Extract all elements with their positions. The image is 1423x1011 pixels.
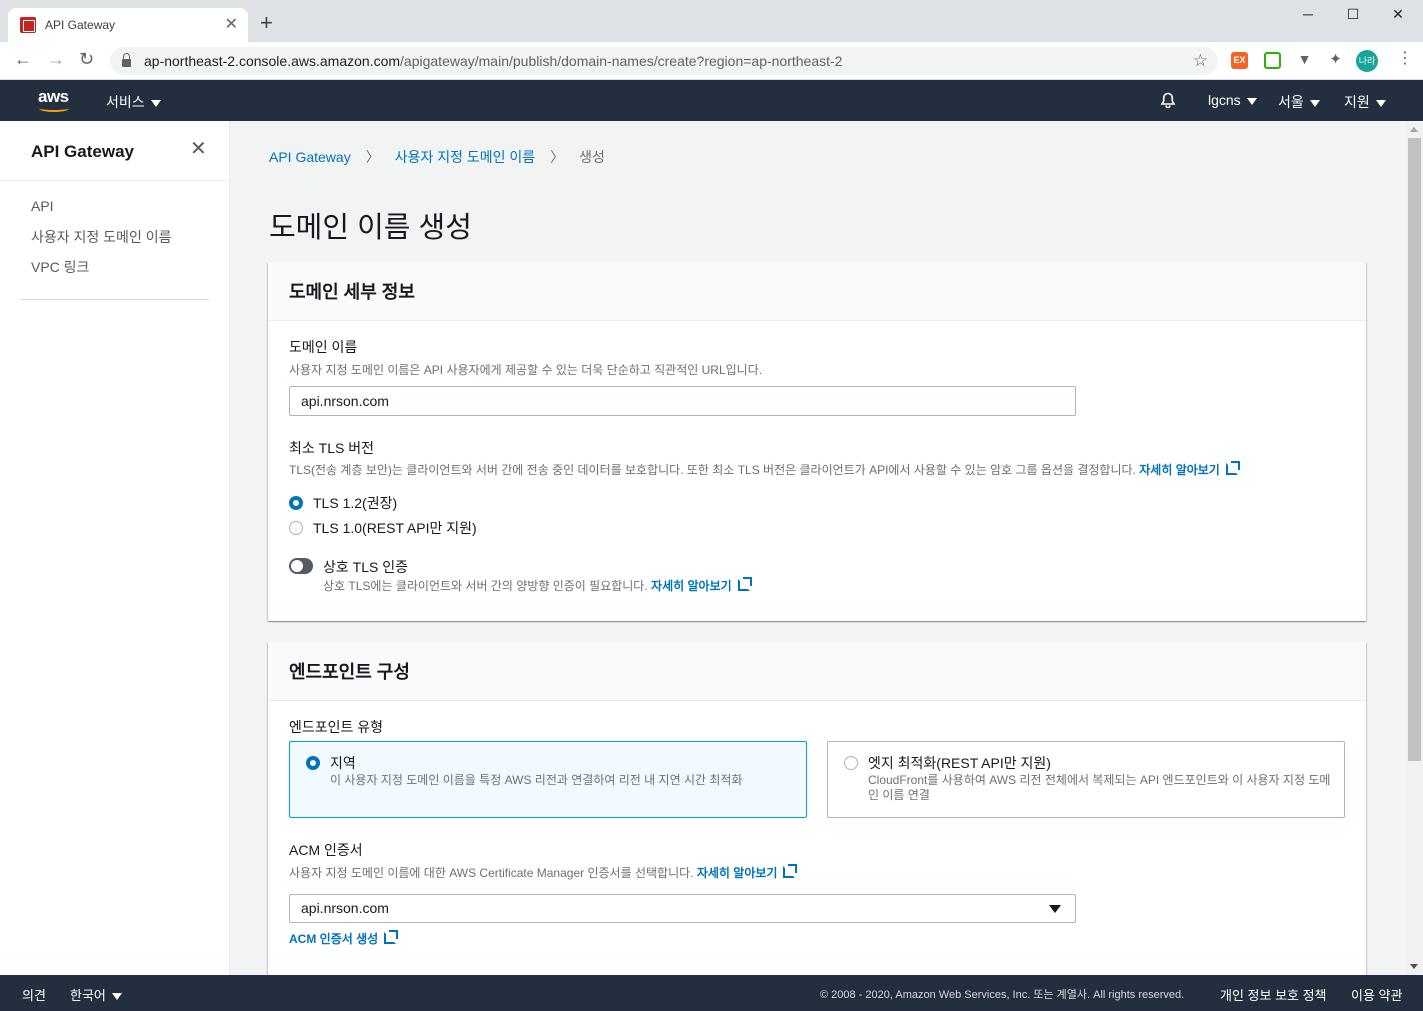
close-icon[interactable]: ✕ (190, 139, 207, 159)
learn-more-link[interactable]: 자세히 알아보기 (651, 577, 752, 593)
breadcrumb: API Gateway 〉 사용자 지정 도메인 이름 〉 생성 (269, 147, 605, 167)
caret-down-icon (1375, 99, 1386, 107)
privacy-policy-link[interactable]: 개인 정보 보호 정책 (1220, 985, 1327, 1004)
create-acm-certificate-link[interactable]: ACM 인증서 생성 (289, 930, 399, 947)
url-text: ap-northeast-2.console.aws.amazon.com/ap… (144, 53, 843, 69)
extensions-puzzle-icon[interactable]: ✦ (1327, 52, 1344, 69)
page-title: 도메인 이름 생성 (269, 212, 472, 244)
external-link-icon (384, 930, 399, 944)
mutual-tls-toggle[interactable] (289, 558, 313, 574)
sidebar-item-vpc-links[interactable]: VPC 링크 (31, 257, 89, 277)
copyright-text: © 2008 - 2020, Amazon Web Services, Inc.… (820, 989, 1185, 1001)
aws-smile-icon (39, 105, 69, 112)
tile-description: CloudFront를 사용하여 AWS 리전 전체에서 복제되는 API 엔드… (868, 773, 1331, 802)
region-menu[interactable]: 서울 (1278, 92, 1320, 112)
divider (0, 180, 229, 181)
new-tab-button[interactable]: + (260, 12, 273, 34)
tls-version-description: TLS(전송 계층 보안)는 클라이언트와 서버 간에 전송 중인 데이터를 보… (289, 461, 1240, 478)
sidebar: API Gateway ✕ API 사용자 지정 도메인 이름 VPC 링크 (0, 121, 230, 975)
panel-heading: 도메인 세부 정보 (268, 262, 1366, 321)
caret-down-icon (1246, 97, 1257, 105)
radio-unchecked-icon (844, 756, 858, 770)
breadcrumb-custom-domain-names[interactable]: 사용자 지정 도메인 이름 (395, 147, 535, 167)
learn-more-link[interactable]: 자세히 알아보기 (697, 864, 798, 880)
tile-title: 엣지 최적화(REST API만 지원) (868, 755, 1051, 771)
maximize-button[interactable]: ☐ (1333, 6, 1373, 23)
chevron-right-icon: 〉 (365, 149, 380, 165)
tls-1-2-radio[interactable]: TLS 1.2(권장) (289, 493, 397, 513)
aws-logo[interactable]: aws (38, 87, 72, 113)
chevron-right-icon: 〉 (550, 149, 565, 165)
tile-description: 이 사용자 지정 도메인 이름을 특정 AWS 리전과 연결하여 리전 내 지연… (330, 773, 743, 787)
page-scrollbar[interactable] (1406, 121, 1423, 975)
feedback-link[interactable]: 의견 (22, 985, 46, 1004)
acm-certificate-select[interactable]: api.nrson.com (289, 894, 1076, 923)
caret-down-icon (1309, 99, 1320, 107)
extension-icon[interactable]: EX (1231, 52, 1248, 69)
radio-unchecked-icon (289, 521, 303, 535)
notification-bell-icon[interactable] (1160, 92, 1176, 108)
scroll-thumb[interactable] (1408, 138, 1421, 761)
support-menu[interactable]: 지원 (1344, 92, 1386, 112)
external-link-icon (1225, 461, 1240, 475)
sidebar-item-api[interactable]: API (31, 198, 54, 214)
window-close-button[interactable]: ✕ (1378, 6, 1418, 23)
account-menu[interactable]: lgcns (1208, 92, 1257, 108)
browser-tab[interactable]: API Gateway ✕ (8, 8, 248, 42)
breadcrumb-current: 생성 (579, 149, 605, 165)
footer: 의견 한국어 © 2008 - 2020, Amazon Web Service… (0, 975, 1423, 1011)
bookmark-star-icon[interactable]: ☆ (1193, 51, 1208, 71)
browser-menu-icon[interactable]: ⋮ (1397, 51, 1413, 67)
domain-name-label: 도메인 이름 (289, 339, 358, 355)
extension-icon[interactable]: ▼ (1296, 52, 1313, 69)
external-link-icon (783, 864, 798, 878)
acm-certificate-label: ACM 인증서 (289, 842, 363, 858)
divider (21, 299, 209, 300)
sidebar-title: API Gateway (31, 142, 134, 161)
back-arrow-icon[interactable]: ← (14, 50, 32, 68)
language-selector[interactable]: 한국어 (70, 985, 122, 1004)
address-bar[interactable]: ap-northeast-2.console.aws.amazon.com/ap… (110, 47, 1218, 75)
api-gateway-favicon-icon (20, 17, 36, 33)
forward-arrow-icon[interactable]: → (47, 50, 65, 68)
terms-of-use-link[interactable]: 이용 약관 (1351, 985, 1402, 1004)
domain-details-panel: 도메인 세부 정보 도메인 이름 사용자 지정 도메인 이름은 API 사용자에… (268, 262, 1366, 621)
main-content: API Gateway 〉 사용자 지정 도메인 이름 〉 생성 도메인 이름 … (230, 121, 1406, 975)
panel-heading: 엔드포인트 구성 (268, 642, 1366, 701)
lock-icon (122, 52, 131, 67)
acm-certificate-description: 사용자 지정 도메인 이름에 대한 AWS Certificate Manage… (289, 864, 798, 881)
caret-down-icon (1049, 905, 1061, 913)
tile-title: 지역 (330, 755, 356, 771)
mutual-tls-label: 상호 TLS 인증 (323, 559, 408, 575)
domain-name-description: 사용자 지정 도메인 이름은 API 사용자에게 제공할 수 있는 더욱 단순하… (289, 363, 763, 377)
endpoint-type-label: 엔드포인트 유형 (289, 719, 384, 735)
profile-avatar[interactable]: 나라 (1356, 50, 1378, 72)
browser-tab-bar: API Gateway ✕ + ─ ☐ ✕ (0, 0, 1423, 42)
tls-1-0-radio[interactable]: TLS 1.0(REST API만 지원) (289, 518, 477, 538)
sidebar-item-custom-domain-names[interactable]: 사용자 지정 도메인 이름 (31, 227, 171, 247)
minimize-button[interactable]: ─ (1288, 6, 1328, 22)
aws-top-nav: aws 서비스 lgcns 서울 지원 (0, 80, 1423, 121)
reload-icon[interactable]: ↻ (79, 50, 94, 68)
tls-version-label: 최소 TLS 버전 (289, 440, 374, 456)
browser-toolbar: ← → ↻ ap-northeast-2.console.aws.amazon.… (0, 42, 1423, 80)
learn-more-link[interactable]: 자세히 알아보기 (1139, 461, 1240, 477)
breadcrumb-api-gateway[interactable]: API Gateway (269, 149, 351, 165)
caret-down-icon (150, 99, 161, 107)
endpoint-edge-optimized-tile[interactable]: 엣지 최적화(REST API만 지원) CloudFront를 사용하여 AW… (827, 741, 1345, 818)
tab-close-icon[interactable]: ✕ (225, 17, 238, 33)
tab-title: API Gateway (45, 18, 116, 32)
endpoint-regional-tile[interactable]: 지역 이 사용자 지정 도메인 이름을 특정 AWS 리전과 연결하여 리전 내… (289, 741, 807, 818)
caret-down-icon (111, 993, 122, 1001)
mutual-tls-description: 상호 TLS에는 클라이언트와 서버 간의 양방향 인증이 필요합니다. 자세히… (323, 577, 752, 594)
services-menu[interactable]: 서비스 (106, 92, 161, 112)
endpoint-config-panel: 엔드포인트 구성 엔드포인트 유형 지역 이 사용자 지정 도메인 이름을 특정… (268, 642, 1366, 975)
extension-icon[interactable] (1264, 52, 1281, 69)
scroll-up-arrow-icon[interactable] (1410, 127, 1418, 132)
domain-name-input[interactable]: api.nrson.com (289, 386, 1076, 416)
scroll-down-arrow-icon[interactable] (1410, 964, 1418, 969)
external-link-icon (737, 577, 752, 591)
radio-checked-icon (306, 756, 320, 770)
radio-checked-icon (289, 496, 303, 510)
